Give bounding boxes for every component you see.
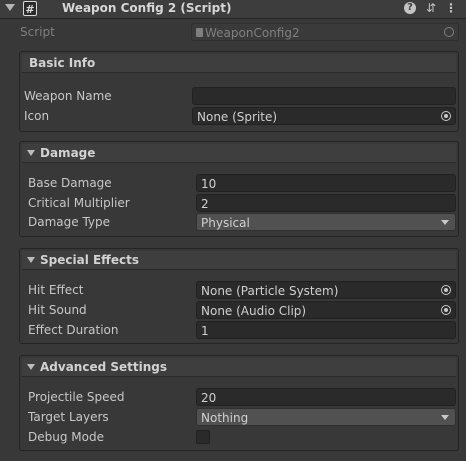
dropdown-arrow-icon	[441, 220, 449, 225]
critical-multiplier-row: Critical Multiplier 2	[20, 193, 460, 213]
component-title: Weapon Config 2 (Script)	[62, 1, 232, 15]
debug-mode-label: Debug Mode	[28, 430, 104, 444]
script-icon: #	[23, 1, 37, 16]
effect-duration-field[interactable]: 1	[196, 321, 456, 339]
target-layers-label: Target Layers	[28, 410, 109, 424]
section-advanced-settings: Advanced Settings Projectile Speed 20 Ta…	[19, 355, 459, 451]
foldout-arrow-icon	[27, 364, 35, 370]
weapon-name-field[interactable]	[192, 87, 456, 105]
section-title: Special Effects	[40, 253, 140, 267]
critical-multiplier-label: Critical Multiplier	[28, 196, 130, 210]
weapon-name-row: Weapon Name	[20, 86, 460, 106]
section-title: Damage	[40, 146, 96, 160]
base-damage-label: Base Damage	[28, 176, 112, 190]
projectile-speed-row: Projectile Speed 20	[20, 387, 460, 407]
hit-sound-field[interactable]: None (Audio Clip)	[196, 301, 456, 319]
damage-type-label: Damage Type	[28, 215, 111, 229]
section-header-special-effects[interactable]: Special Effects	[22, 251, 456, 270]
section-special-effects: Special Effects Hit Effect None (Particl…	[19, 248, 459, 344]
section-damage: Damage Base Damage 10 Critical Multiplie…	[19, 141, 459, 237]
section-title: Basic Info	[29, 56, 96, 70]
debug-mode-checkbox[interactable]	[196, 430, 210, 444]
script-file-icon	[196, 28, 203, 37]
icon-label: Icon	[24, 109, 50, 123]
target-layers-row: Target Layers Nothing	[20, 407, 460, 427]
fold-arrow-icon[interactable]	[5, 4, 15, 11]
effect-duration-row: Effect Duration 1	[20, 320, 460, 340]
foldout-arrow-icon	[27, 150, 35, 156]
debug-mode-row: Debug Mode	[20, 427, 460, 447]
base-damage-row: Base Damage 10	[20, 173, 460, 193]
hit-effect-field[interactable]: None (Particle System)	[196, 281, 456, 299]
object-picker-icon[interactable]	[441, 111, 451, 121]
script-value: WeaponConfig2	[205, 26, 300, 40]
script-row: Script WeaponConfig2	[0, 21, 466, 43]
projectile-speed-label: Projectile Speed	[28, 390, 125, 404]
script-field: WeaponConfig2	[191, 23, 459, 41]
effect-duration-label: Effect Duration	[28, 323, 119, 337]
damage-type-dropdown[interactable]: Physical	[196, 213, 456, 231]
projectile-speed-field[interactable]: 20	[196, 388, 456, 406]
hit-effect-row: Hit Effect None (Particle System)	[20, 280, 460, 300]
object-picker-icon[interactable]	[441, 285, 451, 295]
weapon-name-label: Weapon Name	[24, 89, 112, 103]
section-header-damage[interactable]: Damage	[22, 144, 456, 163]
object-picker-icon	[444, 27, 454, 37]
base-damage-field[interactable]: 10	[196, 174, 456, 192]
dropdown-arrow-icon	[441, 415, 449, 420]
foldout-arrow-icon	[27, 257, 35, 263]
icon-row: Icon None (Sprite)	[20, 106, 460, 126]
preset-icon[interactable]: ⇵	[424, 1, 438, 16]
target-layers-dropdown[interactable]: Nothing	[196, 408, 456, 426]
help-icon[interactable]: ?	[403, 1, 417, 16]
script-label: Script	[20, 25, 55, 39]
damage-type-row: Damage Type Physical	[20, 212, 460, 232]
section-basic-info: Basic Info Weapon Name Icon None (Sprite…	[19, 51, 459, 132]
icon-field[interactable]: None (Sprite)	[192, 107, 456, 125]
component-header: # Weapon Config 2 (Script) ? ⇵ ⋮	[0, 0, 466, 19]
hit-sound-row: Hit Sound None (Audio Clip)	[20, 300, 460, 320]
hit-effect-label: Hit Effect	[28, 283, 84, 297]
kebab-menu-icon[interactable]: ⋮	[444, 1, 458, 16]
hit-sound-label: Hit Sound	[28, 303, 87, 317]
object-picker-icon[interactable]	[441, 305, 451, 315]
critical-multiplier-field[interactable]: 2	[196, 194, 456, 212]
section-header-advanced-settings[interactable]: Advanced Settings	[22, 358, 456, 377]
section-header-basic-info: Basic Info	[22, 54, 456, 73]
section-title: Advanced Settings	[40, 360, 168, 374]
